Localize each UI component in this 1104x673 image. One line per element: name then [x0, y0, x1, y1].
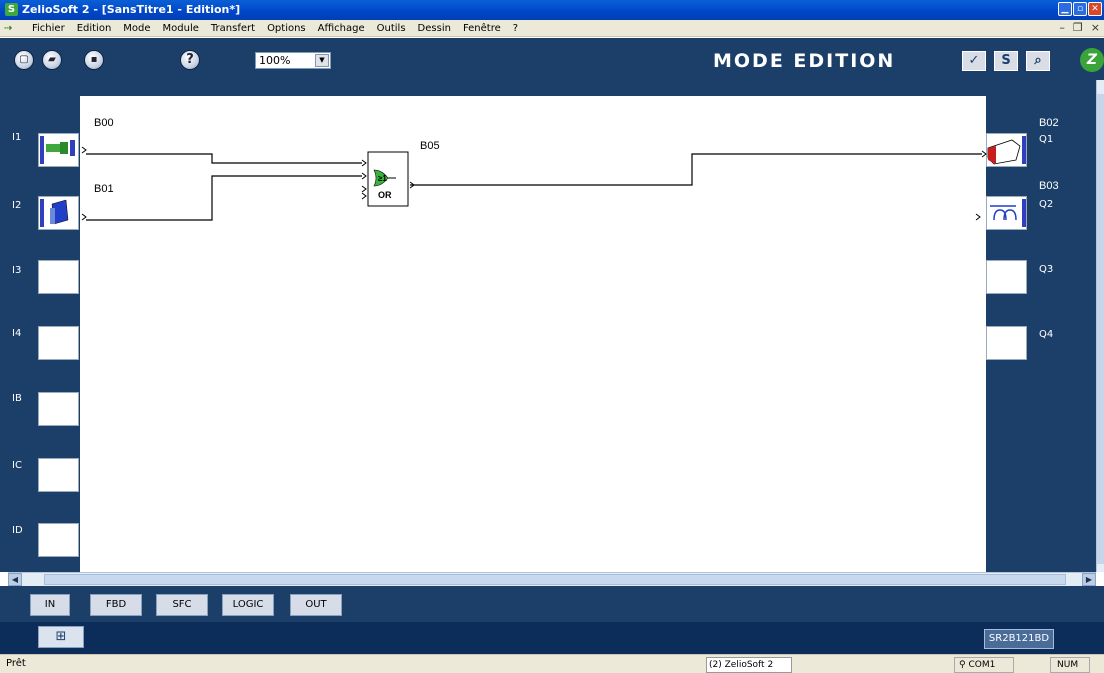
status-text: Prêt [6, 658, 26, 669]
document-menu-icon[interactable]: ⇢ [4, 23, 26, 34]
menu-affichage[interactable]: Affichage [312, 23, 371, 34]
scroll-left-icon[interactable]: ◀ [8, 573, 22, 586]
zoom-search-icon[interactable]: ⌕ [1026, 51, 1050, 71]
or-gate-type: OR [378, 190, 392, 200]
block-label-b03: B03 [1039, 180, 1059, 192]
module-reference[interactable]: SR2B121BD [984, 629, 1054, 649]
or-gate-symbol: ≥1 [378, 174, 387, 183]
wire-b01-to-b05[interactable] [86, 175, 362, 221]
output-coil-icon-q1[interactable]: B02 [981, 117, 1059, 165]
menu-help[interactable]: ? [507, 23, 524, 34]
new-file-icon[interactable]: ▢ [14, 50, 34, 70]
mode-label: MODE EDITION [713, 50, 896, 72]
module-bar: ⊞ SR2B121BD [0, 622, 1104, 654]
input-contact-icon-i1[interactable] [40, 136, 87, 164]
menu-transfert[interactable]: Transfert [205, 23, 261, 34]
chevron-down-icon[interactable]: ▼ [315, 54, 329, 67]
num-lock-indicator: NUM [1050, 657, 1090, 673]
block-label-b00: B00 [94, 117, 114, 129]
menu-outils[interactable]: Outils [371, 23, 412, 34]
input-switch-icon-i2[interactable] [40, 199, 87, 227]
horizontal-scrollbar[interactable]: ◀ ▶ [8, 572, 1096, 586]
block-label-b02: B02 [1039, 117, 1059, 129]
minimize-icon[interactable]: ▁ [1058, 2, 1072, 16]
menu-module[interactable]: Module [157, 23, 205, 34]
window-title: ZelioSoft 2 - [SansTitre1 - Edition*] [22, 3, 241, 16]
maximize-icon[interactable]: ▫ [1073, 2, 1087, 16]
vertical-scroll-thumb[interactable] [1097, 94, 1104, 564]
simulation-mode-icon[interactable]: ✓ [962, 51, 986, 71]
menu-bar: ⇢ Fichier Edition Mode Module Transfert … [0, 20, 1104, 37]
menu-edition[interactable]: Edition [71, 23, 118, 34]
open-folder-icon[interactable]: ▰ [42, 50, 62, 70]
vertical-scrollbar[interactable] [1096, 80, 1104, 572]
com-port-status: ⚲ COM1 [954, 657, 1014, 673]
menu-dessin[interactable]: Dessin [412, 23, 457, 34]
output-coil-icon-q2[interactable]: B03 [975, 180, 1059, 227]
menu-fenetre[interactable]: Fenêtre [457, 23, 507, 34]
wiring-diagram: B00 B01 B05 ≥1 OR B02 B03 [40, 117, 1059, 227]
save-icon[interactable]: ▪ [84, 50, 104, 70]
child-restore-icon[interactable]: ❐ [1073, 21, 1083, 34]
menu-mode[interactable]: Mode [117, 23, 156, 34]
or-function-block[interactable]: ≥1 OR [361, 151, 415, 207]
module-config-icon[interactable]: ⊞ [38, 626, 84, 648]
block-label-b01: B01 [94, 183, 114, 195]
taskbar-zeliosoft[interactable]: (2) ZelioSoft 2 [706, 657, 792, 673]
fbd-workspace: I1 I2 I3 I4 IB IC ID Q1 Q2 Q3 Q4 B00 B01… [0, 80, 1096, 572]
wire-b00-to-b05[interactable] [86, 153, 362, 164]
child-minimize-icon[interactable]: – [1059, 21, 1065, 34]
tab-logic[interactable]: LOGIC [222, 594, 274, 616]
tab-sfc[interactable]: SFC [156, 594, 208, 616]
toolbar: ▢ ▰ ▪ ? 100% ▼ MODE EDITION ✓ S ⌕ Z [0, 38, 1104, 80]
child-close-icon[interactable]: × [1091, 21, 1100, 34]
horizontal-scroll-thumb[interactable] [44, 574, 1066, 585]
view-tab-bar: IN FBD SFC LOGIC OUT [0, 586, 1104, 622]
com-port-label: COM1 [968, 660, 996, 670]
zoom-select[interactable]: 100% ▼ [255, 52, 331, 69]
help-icon[interactable]: ? [180, 50, 200, 70]
menu-options[interactable]: Options [261, 23, 312, 34]
tab-in[interactable]: IN [30, 594, 70, 616]
tab-out[interactable]: OUT [290, 594, 342, 616]
zoom-value: 100% [259, 54, 291, 67]
zeliosoft-app-icon: S [5, 3, 18, 16]
title-bar: S ZelioSoft 2 - [SansTitre1 - Edition*] … [0, 0, 1104, 20]
block-label-b05: B05 [420, 140, 440, 152]
tab-fbd[interactable]: FBD [90, 594, 142, 616]
zelio-logo-icon[interactable]: Z [1080, 48, 1104, 72]
scroll-right-icon[interactable]: ▶ [1082, 573, 1096, 586]
s-mode-button[interactable]: S [994, 51, 1018, 71]
wire-b05-to-q1[interactable] [410, 153, 982, 186]
menu-fichier[interactable]: Fichier [26, 23, 71, 34]
status-bar: Prêt (2) ZelioSoft 2 ⚲ COM1 NUM [0, 654, 1104, 673]
close-icon[interactable]: ✕ [1088, 2, 1102, 16]
